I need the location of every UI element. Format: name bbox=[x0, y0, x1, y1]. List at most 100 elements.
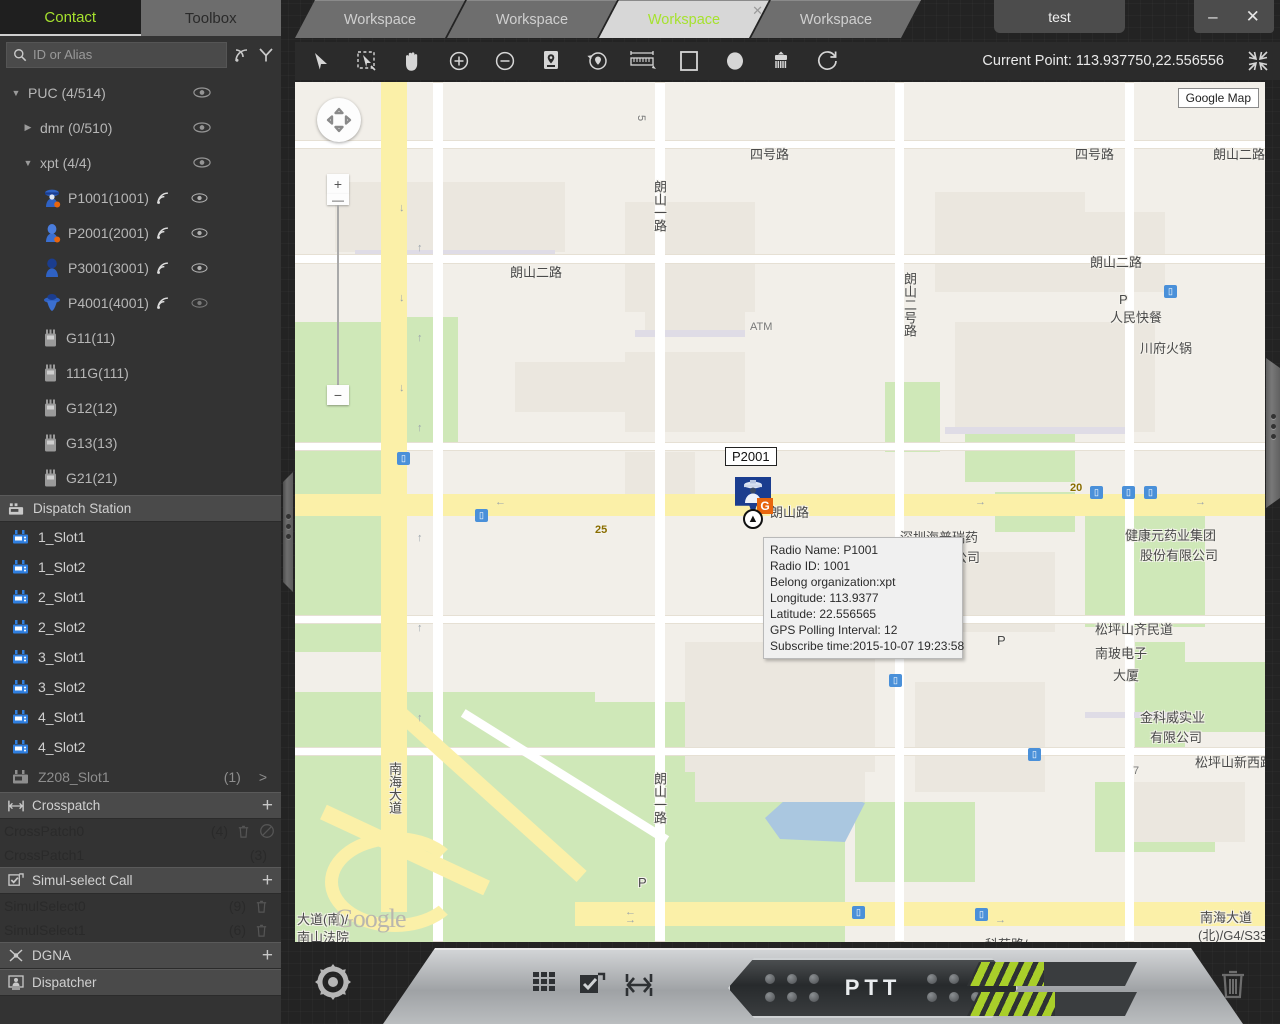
ds-item-4-slot2[interactable]: 4_Slot2 bbox=[0, 732, 281, 762]
zoom-slider[interactable]: + — − bbox=[327, 174, 349, 405]
eye-icon[interactable] bbox=[191, 227, 213, 238]
tree-item-111g[interactable]: 111G(111) bbox=[0, 355, 281, 390]
tree-item-g11[interactable]: G11(11) bbox=[0, 320, 281, 355]
disable-icon[interactable] bbox=[259, 823, 275, 839]
marquee-select-tool[interactable] bbox=[345, 44, 389, 78]
settings-button[interactable] bbox=[311, 960, 355, 1004]
pointer-tool[interactable] bbox=[299, 44, 343, 78]
zoom-slider-thumb[interactable]: — bbox=[327, 193, 349, 207]
locate-marker-tool[interactable] bbox=[575, 44, 619, 78]
eye-icon[interactable] bbox=[191, 192, 213, 203]
rectangle-tool[interactable] bbox=[667, 44, 711, 78]
delete-button[interactable] bbox=[1216, 966, 1250, 1000]
measure-ruler-icon bbox=[629, 49, 657, 73]
tree-item-g12[interactable]: G12(12) bbox=[0, 390, 281, 425]
search-input[interactable] bbox=[33, 47, 220, 62]
chevron-right-icon[interactable]: ▶ bbox=[22, 122, 34, 133]
keypad-icon[interactable] bbox=[533, 972, 561, 998]
crosspatch-icon[interactable] bbox=[625, 972, 653, 998]
tree-item-p1001[interactable]: P1001(1001) bbox=[0, 180, 281, 215]
trash-icon[interactable] bbox=[254, 899, 275, 914]
section-header-dgna[interactable]: DGNA + bbox=[0, 942, 281, 969]
tree-item-p4001[interactable]: P4001(4001) bbox=[0, 285, 281, 320]
map-provider-button[interactable]: Google Map bbox=[1177, 88, 1259, 108]
zoom-in-tool[interactable] bbox=[437, 44, 481, 78]
signal-icon[interactable] bbox=[155, 190, 171, 206]
zoom-out-tool[interactable] bbox=[483, 44, 527, 78]
workspace-tab-1[interactable]: Workspace bbox=[295, 0, 465, 38]
refresh-tool[interactable] bbox=[805, 44, 849, 78]
ds-item-2-slot2[interactable]: 2_Slot2 bbox=[0, 612, 281, 642]
map-label: 朗山二路 bbox=[1213, 147, 1265, 162]
section-header-simul-select-call[interactable]: Simul-select Call + bbox=[0, 867, 281, 894]
workspace-tab-2[interactable]: Workspace bbox=[447, 0, 617, 38]
checklist-icon[interactable] bbox=[579, 972, 607, 998]
chevron-down-icon[interactable]: ▼ bbox=[10, 88, 22, 98]
test-tab[interactable]: test bbox=[994, 0, 1125, 33]
section-header-dispatch-station[interactable]: Dispatch Station bbox=[0, 495, 281, 522]
section-header-crosspatch[interactable]: Crosspatch + bbox=[0, 792, 281, 819]
ds-item-1-slot1[interactable]: 1_Slot1 bbox=[0, 522, 281, 552]
tree-node-dmr[interactable]: ▶ dmr (0/510) bbox=[0, 110, 281, 145]
section-header-dispatcher[interactable]: Dispatcher bbox=[0, 969, 281, 996]
trash-icon[interactable] bbox=[254, 923, 275, 938]
panel-splitter[interactable] bbox=[281, 44, 295, 964]
add-dgna-button[interactable]: + bbox=[262, 946, 273, 965]
zoom-slider-track[interactable] bbox=[337, 205, 339, 385]
chevron-down-icon[interactable]: ▼ bbox=[22, 158, 34, 168]
map-right-splitter[interactable] bbox=[1266, 358, 1280, 508]
signal-icon[interactable] bbox=[155, 295, 171, 311]
eye-icon[interactable] bbox=[193, 122, 215, 133]
search-box[interactable] bbox=[6, 41, 227, 68]
eye-icon[interactable] bbox=[191, 262, 213, 273]
signal-icon[interactable] bbox=[155, 260, 171, 276]
tree-node-xpt[interactable]: ▼ xpt (4/4) bbox=[0, 145, 281, 180]
zoom-in-button[interactable]: + bbox=[327, 174, 349, 194]
pan-control[interactable] bbox=[317, 98, 361, 142]
tree-item-p2001[interactable]: P2001(2001) bbox=[0, 215, 281, 250]
close-button[interactable]: ✕ bbox=[1246, 7, 1260, 27]
ds-item-4-slot1[interactable]: 4_Slot1 bbox=[0, 702, 281, 732]
map-canvas[interactable]: ↓ ↓ ↓ ↑ ↑ ↑ ↑ ↑ ↑ ← ← → → ← ← → → ▯ ▯ ▯ … bbox=[295, 82, 1265, 942]
signal-icon[interactable] bbox=[155, 225, 171, 241]
ds-item-3-slot2[interactable]: 3_Slot2 bbox=[0, 672, 281, 702]
volume-meter-1[interactable] bbox=[967, 962, 1137, 986]
tab-toolbox[interactable]: Toolbox bbox=[140, 0, 281, 36]
tree-node-puc[interactable]: ▼ PUC (4/514) bbox=[0, 75, 281, 110]
eye-icon[interactable] bbox=[193, 157, 215, 168]
zoom-out-button[interactable]: − bbox=[327, 385, 349, 405]
add-marker-tool[interactable] bbox=[529, 44, 573, 78]
volume-meter-2[interactable] bbox=[967, 992, 1137, 1016]
close-icon[interactable]: ✕ bbox=[752, 3, 763, 19]
tree-item-g21[interactable]: G21(21) bbox=[0, 460, 281, 495]
clear-tool[interactable] bbox=[759, 44, 803, 78]
tree-node-label: dmr (0/510) bbox=[40, 119, 113, 136]
add-simul-select-button[interactable]: + bbox=[262, 871, 273, 890]
trash-icon[interactable] bbox=[236, 824, 251, 839]
minimize-button[interactable]: – bbox=[1208, 7, 1217, 27]
workspace-tab-3[interactable]: Workspace ✕ bbox=[599, 0, 769, 38]
simul-select-item-0[interactable]: SimulSelect0 (9) bbox=[0, 894, 281, 918]
measure-tool[interactable] bbox=[621, 44, 665, 78]
tree-item-g13[interactable]: G13(13) bbox=[0, 425, 281, 460]
eye-icon[interactable] bbox=[191, 297, 213, 308]
crosspatch-item-1[interactable]: CrossPatch1 (3) bbox=[0, 843, 281, 867]
circle-tool[interactable] bbox=[713, 44, 757, 78]
tree-item-p3001[interactable]: P3001(3001) bbox=[0, 250, 281, 285]
crosspatch-item-0[interactable]: CrossPatch0 (4) bbox=[0, 819, 281, 843]
signal-icon[interactable] bbox=[233, 46, 251, 64]
chevron-right-icon[interactable]: > bbox=[249, 769, 281, 785]
workspace-tab-4[interactable]: Workspace bbox=[751, 0, 921, 38]
filter-icon[interactable] bbox=[257, 46, 275, 64]
simul-select-item-1[interactable]: SimulSelect1 (6) bbox=[0, 918, 281, 942]
ds-item-3-slot1[interactable]: 3_Slot1 bbox=[0, 642, 281, 672]
ds-item-2-slot1[interactable]: 2_Slot1 bbox=[0, 582, 281, 612]
collapse-button[interactable] bbox=[1240, 44, 1276, 78]
tab-contact[interactable]: Contact bbox=[0, 0, 141, 36]
ds-item-1-slot2[interactable]: 1_Slot2 bbox=[0, 552, 281, 582]
ds-item-z208-slot1[interactable]: Z208_Slot1 (1) > bbox=[0, 762, 281, 792]
eye-icon[interactable] bbox=[193, 87, 215, 98]
volume-meters[interactable] bbox=[967, 962, 1137, 1022]
add-crosspatch-button[interactable]: + bbox=[262, 796, 273, 815]
pan-tool[interactable] bbox=[391, 44, 435, 78]
